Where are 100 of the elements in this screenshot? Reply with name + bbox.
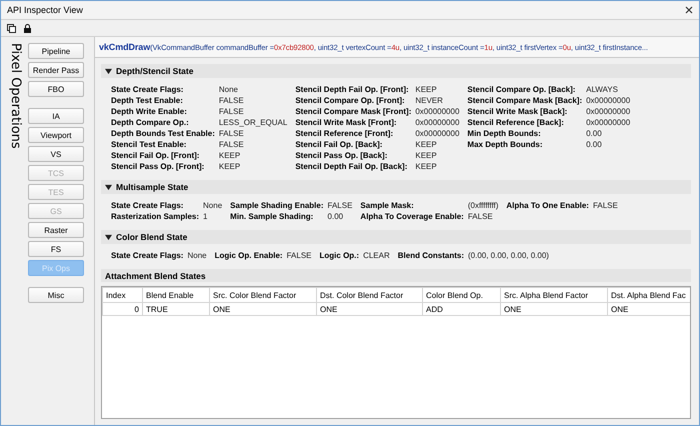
field-label: Stencil Depth Fail Op. [Front]: <box>295 85 410 95</box>
field-value: None <box>218 85 239 95</box>
field-value: (0.00, 0.00, 0.00, 0.00) <box>468 251 549 261</box>
field-value: 0x00000000 <box>415 107 460 117</box>
field-label: Sample Mask: <box>360 201 415 211</box>
column-header[interactable]: Color Blend Op. <box>422 288 500 302</box>
field-label: Stencil Reference [Front]: <box>295 129 394 139</box>
field-label: Rasterization Samples: <box>111 212 200 222</box>
field-value: 0x00000000 <box>586 118 630 128</box>
field-value: FALSE <box>218 140 245 150</box>
window-title: API Inspector View <box>7 5 83 15</box>
field-value: FALSE <box>328 201 352 211</box>
column-header[interactable]: Dst. Color Blend Factor <box>316 288 422 302</box>
stage-button[interactable]: Raster <box>28 222 84 238</box>
field-label: Stencil Depth Fail Op. [Back]: <box>295 162 408 172</box>
field-value: 0.00 <box>328 212 344 222</box>
field-label: Stencil Compare Mask [Back]: <box>467 96 582 106</box>
triangle-down-icon[interactable] <box>105 234 112 240</box>
table-cell: ONE <box>500 302 608 316</box>
stage-button[interactable]: Render Pass <box>28 62 84 78</box>
triangle-down-icon[interactable] <box>105 184 112 190</box>
field-label: Logic Op.: <box>320 251 360 261</box>
field-label: Stencil Fail Op. [Back]: <box>295 140 384 150</box>
field-value: 1 <box>203 212 208 222</box>
field-value: CLEAR <box>363 251 390 261</box>
field-value: (0xffffffff) <box>468 201 498 211</box>
triangle-down-icon[interactable] <box>105 68 112 74</box>
field-value: 0x00000000 <box>415 129 460 139</box>
field-value: FALSE <box>218 129 245 139</box>
column-header[interactable]: Src. Color Blend Factor <box>210 288 316 302</box>
stage-button[interactable]: IA <box>28 108 84 124</box>
section-title: Multisample State <box>116 182 188 192</box>
field-label: Min Depth Bounds: <box>467 129 542 139</box>
field-label: Sample Shading Enable: <box>230 201 324 211</box>
table-cell: 0 <box>102 302 142 316</box>
field-value: None <box>187 251 207 261</box>
field-value: 0x00000000 <box>586 96 630 106</box>
copy-icon[interactable] <box>7 24 16 32</box>
field-label: Depth Write Enable: <box>111 107 188 117</box>
table-cell: ONE <box>210 302 316 316</box>
field-value: FALSE <box>592 201 618 211</box>
field-label: State Create Flags: <box>111 85 184 95</box>
field-value: ALWAYS <box>586 85 619 95</box>
field-label: Stencil Write Mask [Front]: <box>295 118 398 128</box>
field-label: State Create Flags: <box>111 201 184 211</box>
field-label: Stencil Pass Op. [Front]: <box>111 162 206 172</box>
field-value: KEEP <box>415 151 438 161</box>
close-icon[interactable] <box>685 6 693 14</box>
lock-icon[interactable] <box>24 24 31 32</box>
field-label: Depth Compare Op.: <box>111 118 190 128</box>
field-label: Depth Test Enable: <box>111 96 184 106</box>
field-label: Stencil Reference [Back]: <box>467 118 565 128</box>
field-label: Blend Constants: <box>398 251 464 261</box>
field-value: LESS_OR_EQUAL <box>218 118 288 128</box>
stage-button[interactable]: Pipeline <box>28 43 84 59</box>
field-value: 0.00 <box>586 129 603 139</box>
field-value: KEEP <box>415 85 438 95</box>
field-label: Alpha To One Enable: <box>506 201 589 211</box>
section-header[interactable]: Color Blend State <box>101 230 691 244</box>
field-label: Max Depth Bounds: <box>467 140 544 150</box>
field-label: Logic Op. Enable: <box>214 251 283 261</box>
field-label: Depth Bounds Test Enable: <box>111 129 215 139</box>
table-cell: ADD <box>422 302 500 316</box>
column-header[interactable]: Index <box>102 288 142 302</box>
field-label: Min. Sample Shading: <box>230 212 314 222</box>
field-value: KEEP <box>415 162 438 172</box>
field-value: 0.00 <box>586 140 603 150</box>
column-header[interactable]: Dst. Alpha Blend Fac <box>608 288 690 302</box>
field-value: KEEP <box>218 162 242 172</box>
stage-button[interactable]: FBO <box>28 81 84 97</box>
field-value: 0x00000000 <box>586 107 630 117</box>
table-cell: TRUE <box>142 302 210 316</box>
field-label: Stencil Pass Op. [Back]: <box>295 151 388 161</box>
section-title: Color Blend State <box>116 232 188 242</box>
stage-button[interactable]: FS <box>28 241 84 257</box>
field-label: Stencil Test Enable: <box>111 140 188 150</box>
sidebar-title: Pixel Operations <box>7 43 23 151</box>
field-label: State Create Flags: <box>111 251 184 261</box>
column-header[interactable]: Src. Alpha Blend Factor <box>500 288 608 302</box>
field-label: Stencil Compare Op. [Back]: <box>467 85 576 95</box>
field-label: Stencil Write Mask [Back]: <box>467 107 568 117</box>
field-value: KEEP <box>415 140 438 150</box>
field-value: None <box>203 201 222 211</box>
field-value: NEVER <box>415 96 444 106</box>
stage-button[interactable]: Viewport <box>28 127 84 143</box>
field-value: FALSE <box>218 96 245 106</box>
field-label: Alpha To Coverage Enable: <box>360 212 464 222</box>
field-value: FALSE <box>468 212 494 222</box>
section-header[interactable]: Depth/Stencil State <box>101 64 691 78</box>
column-header[interactable]: Blend Enable <box>142 288 210 302</box>
field-value: 0x00000000 <box>415 118 460 128</box>
section-header[interactable]: Multisample State <box>101 180 691 194</box>
field-value: FALSE <box>218 107 245 117</box>
subsection-title: Attachment Blend States <box>105 270 206 280</box>
stage-button[interactable]: Misc <box>28 287 84 303</box>
field-label: Stencil Fail Op. [Front]: <box>111 151 200 161</box>
table-cell: ONE <box>316 302 422 316</box>
section-title: Depth/Stencil State <box>116 66 194 76</box>
field-value: KEEP <box>218 151 242 161</box>
stage-button[interactable]: VS <box>28 146 84 162</box>
